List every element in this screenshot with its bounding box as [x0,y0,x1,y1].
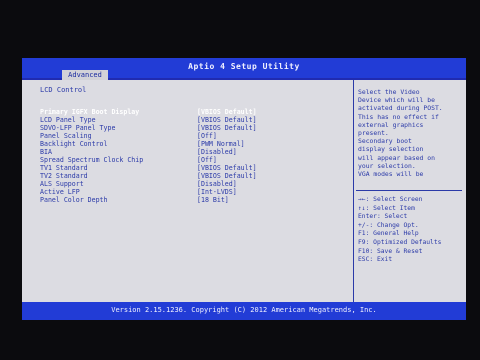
option-value[interactable]: [Disabled] [197,148,237,156]
option-label[interactable]: Spread Spectrum Clock Chip [40,156,143,164]
option-value[interactable]: [Disabled] [197,180,237,188]
key-hint: Enter: Select [358,213,408,221]
option-label[interactable]: LCD Panel Type [40,116,96,124]
help-text: Select the Video Device which will be ac… [358,88,462,180]
option-label[interactable]: Backlight Control [40,140,108,148]
help-line: present. [358,129,389,138]
key-legend: →←: Select Screen ↑↓: Select Item Enter:… [358,196,464,265]
help-line: Device which will be [358,96,435,105]
help-line: display selection [358,145,424,154]
option-value[interactable]: [VBIOS Default] [197,172,257,180]
option-value[interactable]: [VBIOS Default] [197,164,257,172]
option-label[interactable]: BIA [40,148,52,156]
key-hint: F10: Save & Reset [358,247,423,255]
bios-screen: Aptio 4 Setup Utility Advanced LCD Contr… [22,58,466,320]
option-value[interactable]: [VBIOS Default] [197,124,257,132]
key-hint: F9: Optimized Defaults [358,238,442,246]
option-value[interactable]: [VBIOS Default] [197,116,257,124]
version-copyright: Version 2.15.1236. Copyright (C) 2012 Am… [111,306,377,314]
tab-advanced[interactable]: Advanced [62,70,108,80]
title-bar: Aptio 4 Setup Utility Advanced [22,58,466,80]
help-line: activated during POST. [358,104,443,113]
key-hint: →←: Select Screen [358,196,423,203]
help-line: Select the Video [358,88,420,96]
key-hint: ↑↓: Select Item [358,204,415,212]
help-line: will appear based on [358,153,435,162]
content-area: LCD Control Primary IGFX Boot Display [V… [22,80,466,302]
help-line: VGA modes will be [358,170,424,179]
help-line: your selection. [358,161,416,170]
help-panel: Select the Video Device which will be ac… [356,80,466,302]
help-separator [356,190,462,191]
option-value[interactable]: [Int-LVDS] [197,188,237,196]
option-label[interactable]: TV2 Standard [40,172,88,180]
footer-bar: Version 2.15.1236. Copyright (C) 2012 Am… [22,302,466,320]
option-value[interactable]: [VBIOS Default] [197,108,257,116]
option-value[interactable]: [18 Bit] [197,196,229,204]
help-line: This has no effect if [358,112,439,121]
option-value[interactable]: [Off] [197,132,217,140]
option-label[interactable]: Primary IGFX Boot Display [40,108,139,116]
option-label[interactable]: ALS Support [40,180,84,188]
settings-panel: LCD Control Primary IGFX Boot Display [V… [22,80,352,302]
option-label[interactable]: Panel Color Depth [40,196,108,204]
option-label[interactable]: TV1 Standard [40,164,88,172]
help-line: external graphics [358,120,424,129]
option-label[interactable]: Active LFP [40,188,80,196]
panel-divider [353,80,354,302]
option-label[interactable]: SDVO-LFP Panel Type [40,124,115,132]
option-value[interactable]: [PWM Normal] [197,140,245,148]
key-hint: F1: General Help [358,230,419,238]
section-title: LCD Control [40,86,87,94]
key-hint: ESC: Exit [358,256,393,264]
option-label[interactable]: Panel Scaling [40,132,92,140]
option-value[interactable]: [Off] [197,156,217,164]
help-line: Secondary boot [358,137,412,146]
key-hint: +/-: Change Opt. [358,221,419,229]
